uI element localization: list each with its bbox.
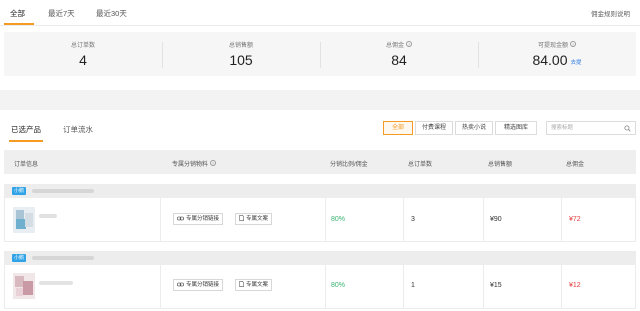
section-gap <box>0 90 640 110</box>
link-icon <box>177 282 184 287</box>
shop-header: 小鹅 <box>4 251 636 265</box>
withdraw-link[interactable]: 去提 <box>571 60 582 66</box>
divider <box>403 198 404 242</box>
filter-gallery[interactable]: 精选图库 <box>495 121 537 135</box>
stat-value: 84 <box>391 52 407 68</box>
stat-label: 总订单数 <box>70 43 95 49</box>
tab-all-time[interactable]: 全部 <box>10 8 25 19</box>
product-thumbnail <box>13 207 35 233</box>
column-total-orders: 总订单数 <box>408 162 433 168</box>
divider <box>325 198 326 242</box>
sales-value: ¥15 <box>490 282 502 289</box>
shop-header: 小鹅 <box>4 184 636 198</box>
distribution-link-button[interactable]: 专属分销链接 <box>173 279 224 291</box>
filter-hot-novel[interactable]: 热卖小说 <box>455 121 493 135</box>
table-row: 专属分销链接 专属文案 80% 1 ¥15 ¥12 <box>4 265 636 309</box>
table-header: 订单信息 专属分销物料? 分销比例/佣金 总订单数 总销售额 总佣金 <box>4 150 636 174</box>
divider <box>403 265 404 309</box>
active-tab-indicator <box>4 23 34 25</box>
help-icon[interactable]: ? <box>570 41 576 47</box>
orders-value: 3 <box>411 216 415 223</box>
column-ratio-commission: 分销比例/佣金 <box>330 162 368 168</box>
column-total-sales: 总销售额 <box>488 162 513 168</box>
search-input[interactable] <box>551 123 621 133</box>
stat-value: 105 <box>229 52 253 68</box>
sales-value: ¥90 <box>490 216 502 223</box>
tab-order-flow[interactable]: 订单流水 <box>63 124 93 135</box>
divider <box>160 198 161 242</box>
tab-last-30-days[interactable]: 最近30天 <box>96 8 127 19</box>
column-total-commission: 总佣金 <box>566 162 585 168</box>
summary-panel: 总订单数 4 总销售额 105 总佣金? 84 可提现金额? 84.00 去提 <box>4 32 636 76</box>
stat-total-sales: 总销售额 105 <box>162 32 320 76</box>
distribution-link-button[interactable]: 专属分销链接 <box>173 213 224 225</box>
search-box <box>546 121 636 135</box>
stat-value: 84.00 去提 <box>532 52 582 68</box>
tab-selected-products[interactable]: 已选产品 <box>11 124 41 135</box>
divider <box>561 198 562 242</box>
divider <box>160 265 161 309</box>
commission-value: ¥12 <box>569 282 581 289</box>
redacted-product-title <box>39 214 57 218</box>
commission-value: ¥72 <box>569 216 581 223</box>
divider <box>325 265 326 309</box>
stat-withdrawable: 可提现金额? 84.00 去提 <box>478 32 636 76</box>
stat-label: 可提现金额? <box>537 41 576 49</box>
document-icon <box>239 215 244 221</box>
redacted-product-title <box>39 281 73 285</box>
stat-label: 总销售额 <box>228 43 253 49</box>
ratio-value: 80% <box>331 216 346 223</box>
divider <box>483 265 484 309</box>
product-thumbnail <box>13 273 35 299</box>
distribution-copy-button[interactable]: 专属文案 <box>235 279 273 291</box>
orders-value: 1 <box>411 282 415 289</box>
filter-all[interactable]: 全部 <box>383 121 413 135</box>
redacted-shop-name <box>32 189 94 193</box>
table-row: 专属分销链接 专属文案 80% 3 ¥90 ¥72 <box>4 198 636 242</box>
column-order-info: 订单信息 <box>14 162 39 168</box>
help-icon[interactable]: ? <box>406 41 412 47</box>
filter-paid-course[interactable]: 付费课程 <box>415 121 453 135</box>
active-section-indicator <box>9 140 43 142</box>
stat-value: 4 <box>79 52 87 68</box>
help-icon[interactable]: ? <box>210 160 217 166</box>
search-icon[interactable] <box>624 125 631 132</box>
redacted-shop-name <box>32 256 94 260</box>
date-range-tabs: 全部 最近7天 最近30天 佣金规则说明 <box>0 0 640 26</box>
stat-total-orders: 总订单数 4 <box>4 32 162 76</box>
stat-label: 总佣金? <box>385 41 412 49</box>
document-icon <box>239 281 244 287</box>
divider <box>483 198 484 242</box>
shop-badge: 小鹅 <box>12 187 27 195</box>
stat-total-commission: 总佣金? 84 <box>320 32 478 76</box>
tab-last-7-days[interactable]: 最近7天 <box>48 8 75 19</box>
section-tabs: 已选产品 订单流水 <box>0 110 640 144</box>
link-icon <box>177 216 184 221</box>
divider <box>561 265 562 309</box>
shop-badge: 小鹅 <box>12 254 27 262</box>
ratio-value: 80% <box>331 282 346 289</box>
column-distribution-materials: 专属分销物料? <box>172 160 217 168</box>
distribution-copy-button[interactable]: 专属文案 <box>235 213 273 225</box>
commission-rules-link[interactable]: 佣金规则说明 <box>591 8 630 18</box>
